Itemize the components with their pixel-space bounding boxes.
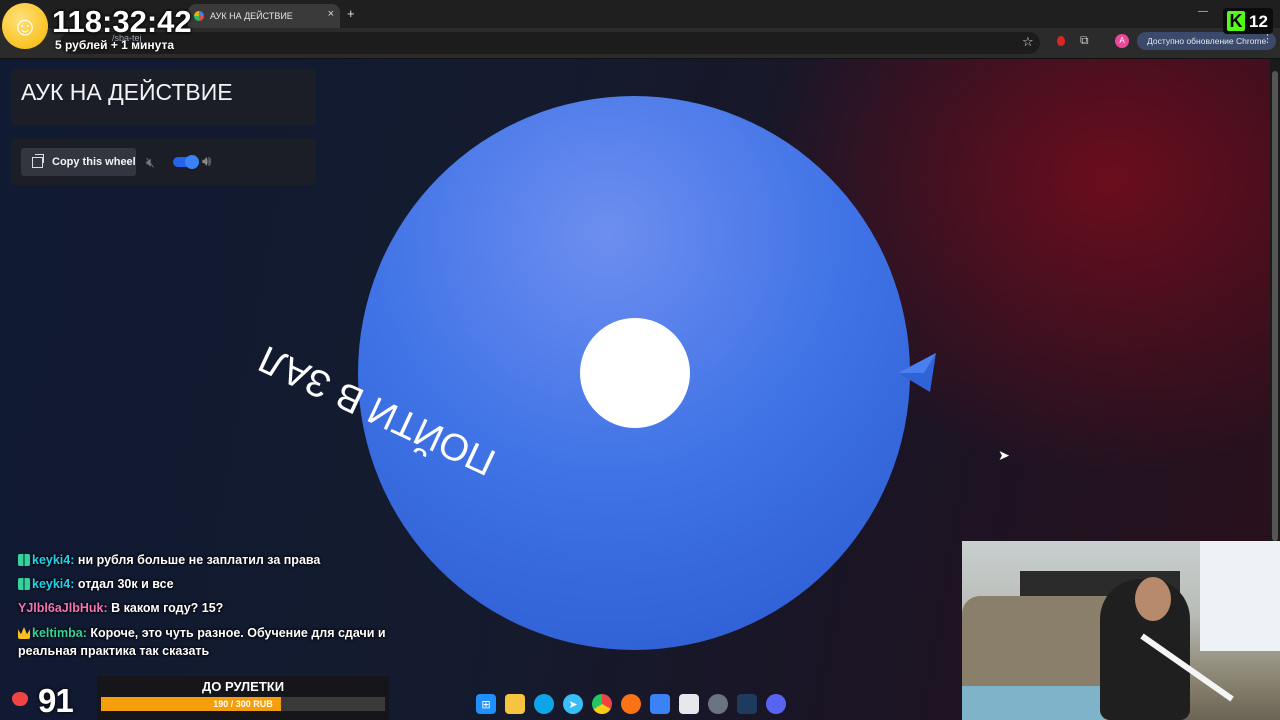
screenshot-icon[interactable] — [679, 694, 699, 714]
chat-badge-icon — [18, 578, 30, 590]
chat-crown-badge-icon — [18, 627, 30, 639]
explorer-icon[interactable] — [505, 694, 525, 714]
kick-viewer-count: 12 — [1249, 12, 1268, 31]
chat-message: keltimba: Короче, это чуть разное. Обуче… — [18, 624, 398, 660]
chat-username: YJlbl6aJlbHuk: — [18, 601, 108, 615]
webcam-fridge — [1200, 541, 1280, 651]
chat-username: keltimba: — [32, 626, 87, 640]
chat-message: keyki4: отдал 30к и все — [18, 572, 398, 596]
steam-overlay-icon[interactable] — [708, 694, 728, 714]
timer-rate: 5 рублей + 1 минута — [55, 38, 175, 52]
chat-text: ни рубля больше не заплатил за права — [77, 553, 321, 567]
viewers-icon — [12, 692, 28, 706]
kick-viewer-badge: K 12 — [1223, 8, 1273, 34]
chat-text: отдал 30к и все — [77, 577, 174, 591]
chat-badge-icon — [18, 554, 30, 566]
kick-logo-icon: K — [1227, 11, 1245, 31]
roulette-label: ДО РУЛЕТКИ — [201, 679, 285, 694]
obs-icon[interactable] — [621, 694, 641, 714]
chat-message: YJlbl6aJlbHuk: В каком году? 15? — [18, 596, 398, 620]
taskbar: ⊞ ➤ — [476, 692, 806, 716]
emoji-avatar-icon: ☺ — [2, 3, 48, 49]
mouse-cursor-icon: ➤ — [998, 447, 1010, 463]
roulette-progress-bar: 190 / 300 RUB — [101, 697, 385, 711]
viewer-count: 91 — [38, 682, 74, 719]
chat-message: keyki4: ни рубля больше не заплатил за п… — [18, 548, 398, 572]
subathon-timer: 118:32:42 — [52, 4, 192, 39]
chat-username: keyki4: — [32, 553, 75, 567]
roulette-value: 190 / 300 RUB — [213, 699, 273, 709]
chrome-icon[interactable] — [592, 694, 612, 714]
wheel-hub[interactable] — [580, 318, 690, 428]
telegram-icon[interactable]: ➤ — [563, 694, 583, 714]
stats-icon[interactable] — [650, 694, 670, 714]
steam-icon[interactable] — [737, 694, 757, 714]
roulette-goal: ДО РУЛЕТКИ 190 / 300 RUB — [97, 676, 389, 720]
webcam-feed — [962, 541, 1280, 720]
chat-overlay: keyki4: ни рубля больше не заплатил за п… — [18, 548, 398, 660]
chat-text: В каком году? 15? — [111, 601, 224, 615]
webcam-streamer-head — [1135, 577, 1171, 621]
chat-username: keyki4: — [32, 577, 75, 591]
discord-icon[interactable] — [766, 694, 786, 714]
edge-icon[interactable] — [534, 694, 554, 714]
windows-icon[interactable]: ⊞ — [476, 694, 496, 714]
